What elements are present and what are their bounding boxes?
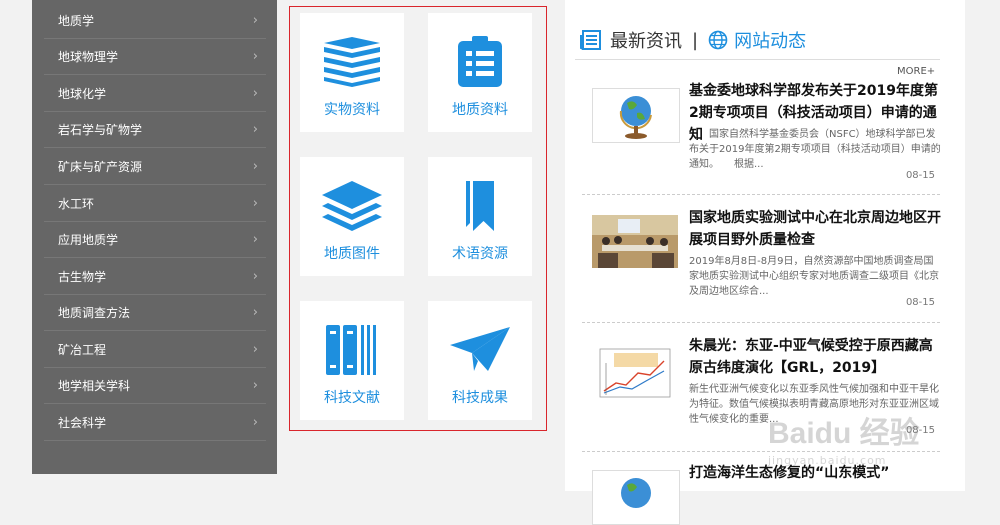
sidebar-item-geology[interactable]: 地质学 ›	[44, 2, 266, 39]
book-spines-icon	[326, 325, 376, 375]
tile-terminology[interactable]: 术语资源	[428, 157, 532, 276]
chevron-right-icon: ›	[252, 12, 258, 28]
tile-research-achievements[interactable]: 科技成果	[428, 301, 532, 420]
sidebar-item-label: 古生物学	[58, 269, 107, 284]
news-title[interactable]: 打造海洋生态修复的“山东模式”	[689, 462, 944, 484]
tile-label: 地质资料	[452, 102, 508, 118]
category-sidebar: 地质学 › 地球物理学 › 地球化学 › 岩石学与矿物学 › 矿床与矿产资源 › 水工环 ›…	[32, 0, 277, 474]
scientific-figure-icon	[592, 343, 678, 403]
chevron-right-icon: ›	[252, 85, 258, 101]
tile-label: 科技文献	[324, 390, 380, 406]
clipboard-icon	[458, 36, 502, 87]
news-date: 08-15	[905, 425, 935, 436]
sidebar-item-label: 水工环	[58, 196, 95, 211]
resource-tile-grid: 实物资料 地质资料 地质图件 术语资源 科技文献 科技成果	[289, 6, 547, 431]
tile-label: 术语资源	[452, 246, 508, 262]
tile-label: 实物资料	[324, 102, 380, 118]
globe-thumbnail[interactable]	[592, 88, 680, 143]
sidebar-item-geophysics[interactable]: 地球物理学 ›	[44, 38, 266, 75]
tab-latest-news[interactable]: 最新资讯	[610, 27, 682, 53]
tile-label: 地质图件	[324, 246, 380, 262]
sidebar-item-label: 地球化学	[58, 86, 107, 101]
sidebar-item-label: 岩石学与矿物学	[58, 122, 143, 137]
news-date: 08-15	[905, 297, 935, 308]
news-tabs: 最新资讯 | 网站动态	[580, 26, 806, 54]
sidebar-item-survey-methods[interactable]: 地质调查方法 ›	[44, 294, 266, 331]
tile-label: 科技成果	[452, 390, 508, 406]
header-divider	[575, 59, 940, 60]
chevron-right-icon: ›	[252, 341, 258, 357]
sidebar-item-label: 地学相关学科	[58, 378, 131, 393]
sidebar-item-geochemistry[interactable]: 地球化学 ›	[44, 75, 266, 112]
news-title[interactable]: 朱晨光：东亚-中亚气候受控于原西藏高原古纬度演化【GRL，2019】	[689, 335, 944, 379]
globe-icon	[708, 30, 728, 50]
chevron-right-icon: ›	[252, 158, 258, 174]
sidebar-item-label: 地球物理学	[58, 49, 119, 64]
news-panel: 最新资讯 | 网站动态 MORE+ 基金委地球科学部发布关于2019年度第2期专…	[565, 0, 965, 525]
chevron-right-icon: ›	[252, 268, 258, 284]
news-title[interactable]: 国家地质实验测试中心在北京周边地区开展项目野外质量检查	[689, 207, 944, 251]
news-summary: 2019年8月8日-8月9日，自然资源部中国地质调查局国家地质实验测试中心组织专…	[689, 256, 939, 297]
tile-geological-data[interactable]: 地质资料	[428, 13, 532, 132]
chart-figure-thumbnail[interactable]	[592, 343, 678, 403]
dashed-divider	[582, 451, 940, 452]
tile-scientific-literature[interactable]: 科技文献	[300, 301, 404, 420]
news-summary: 新生代亚洲气候变化以东亚季风性气候加强和中亚干旱化为特征。数值气候模拟表明青藏高…	[689, 384, 939, 425]
books-stack-icon	[324, 37, 380, 87]
paper-plane-icon	[450, 327, 510, 371]
bookmark-icon	[466, 181, 494, 231]
chevron-right-icon: ›	[252, 121, 258, 137]
chevron-right-icon: ›	[252, 231, 258, 247]
sidebar-item-petrology[interactable]: 岩石学与矿物学 ›	[44, 111, 266, 148]
chevron-right-icon: ›	[252, 48, 258, 64]
sidebar-item-label: 应用地质学	[58, 232, 119, 247]
tab-separator: |	[692, 29, 699, 51]
sidebar-item-mineral-deposits[interactable]: 矿床与矿产资源 ›	[44, 148, 266, 185]
sidebar-item-label: 矿冶工程	[58, 342, 107, 357]
chevron-right-icon: ›	[252, 195, 258, 211]
sidebar-item-hydro-engineering-env[interactable]: 水工环 ›	[44, 185, 266, 222]
sidebar-item-label: 地质调查方法	[58, 305, 131, 320]
newspaper-icon	[580, 30, 601, 50]
sidebar-item-related-disciplines[interactable]: 地学相关学科 ›	[44, 367, 266, 404]
chevron-right-icon: ›	[252, 377, 258, 393]
sidebar-item-mining-metallurgy[interactable]: 矿冶工程 ›	[44, 331, 266, 368]
sidebar-item-paleontology[interactable]: 古生物学 ›	[44, 258, 266, 295]
globe-image-icon	[593, 471, 679, 524]
sidebar-item-social-science[interactable]: 社会科学 ›	[44, 404, 266, 441]
sidebar-item-label: 矿床与矿产资源	[58, 159, 143, 174]
tab-site-updates[interactable]: 网站动态	[734, 27, 806, 53]
meeting-photo-icon	[592, 215, 678, 268]
news-summary: 国家自然科学基金委员会（NSFC）地球科学部已发布关于2019年度第2期专项项目…	[689, 129, 941, 170]
chevron-right-icon: ›	[252, 414, 258, 430]
meeting-photo-thumbnail[interactable]	[592, 215, 678, 268]
dashed-divider	[582, 322, 940, 323]
more-link[interactable]: MORE+	[897, 66, 935, 77]
sidebar-item-label: 地质学	[58, 13, 95, 28]
news-date: 08-15	[905, 170, 935, 181]
globe-thumbnail[interactable]	[592, 470, 680, 525]
layers-icon	[322, 181, 382, 231]
chevron-right-icon: ›	[252, 304, 258, 320]
dashed-divider	[582, 194, 940, 195]
tile-physical-materials[interactable]: 实物资料	[300, 13, 404, 132]
tile-geological-maps[interactable]: 地质图件	[300, 157, 404, 276]
sidebar-item-label: 社会科学	[58, 415, 107, 430]
globe-image-icon	[593, 89, 679, 142]
sidebar-item-applied-geology[interactable]: 应用地质学 ›	[44, 221, 266, 258]
